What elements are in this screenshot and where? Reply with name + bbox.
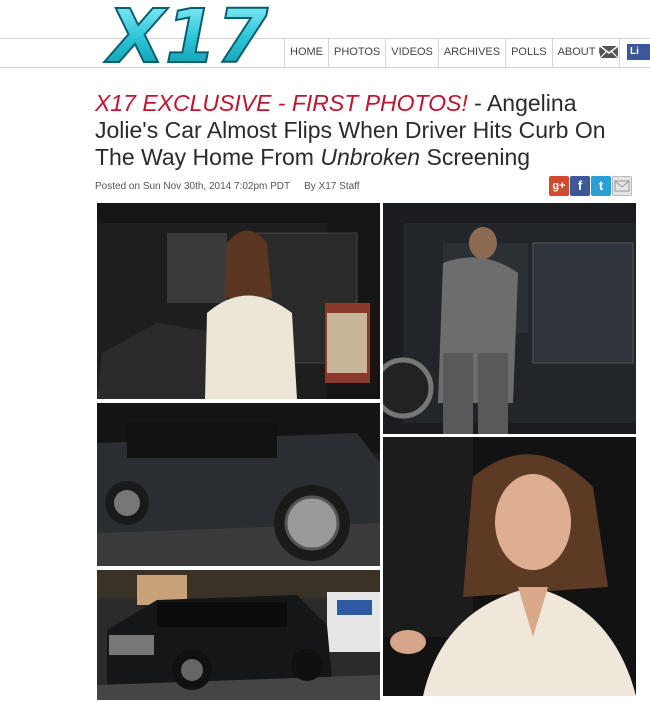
posted-date: Posted on Sun Nov 30th, 2014 7:02pm PDT	[95, 181, 291, 192]
email-share-icon[interactable]	[612, 176, 632, 196]
facebook-icon[interactable]: Li	[627, 44, 650, 60]
post-meta: Posted on Sun Nov 30th, 2014 7:02pm PDT B…	[95, 181, 360, 192]
author[interactable]: By X17 Staff	[304, 181, 359, 192]
article-headline: X17 EXCLUSIVE - FIRST PHOTOS! - Angelina…	[95, 90, 635, 171]
facebook-share-icon[interactable]: f	[570, 176, 590, 196]
twitter-icon[interactable]: t	[591, 176, 611, 196]
nav-polls[interactable]: POLLS	[505, 38, 551, 67]
photo-damaged-wheel[interactable]	[97, 403, 380, 566]
nav-archives[interactable]: ARCHIVES	[437, 38, 505, 67]
photo-closeup[interactable]	[383, 437, 636, 696]
photo-suv-tow-truck[interactable]	[97, 570, 380, 700]
share-buttons: g+ f t	[549, 176, 632, 196]
gplus-icon[interactable]: g+	[549, 176, 569, 196]
main-nav: HOME PHOTOS VIDEOS ARCHIVES POLLS ABOUT …	[284, 38, 620, 67]
mail-icon[interactable]	[598, 42, 622, 62]
header-top-strip	[0, 0, 650, 38]
nav-videos[interactable]: VIDEOS	[385, 38, 438, 67]
headline-exclusive[interactable]: X17 EXCLUSIVE - FIRST PHOTOS!	[95, 90, 468, 116]
headline-italic: Unbroken	[320, 144, 421, 170]
x17-logo[interactable]: X17	[100, 0, 290, 81]
nav-photos[interactable]: PHOTOS	[328, 38, 385, 67]
headline-text-end: Screening	[420, 144, 531, 170]
photo-man-at-window[interactable]	[383, 203, 636, 434]
nav-home[interactable]: HOME	[284, 38, 328, 67]
logo-x: X17	[104, 0, 269, 68]
photo-exiting-car[interactable]	[97, 203, 380, 399]
